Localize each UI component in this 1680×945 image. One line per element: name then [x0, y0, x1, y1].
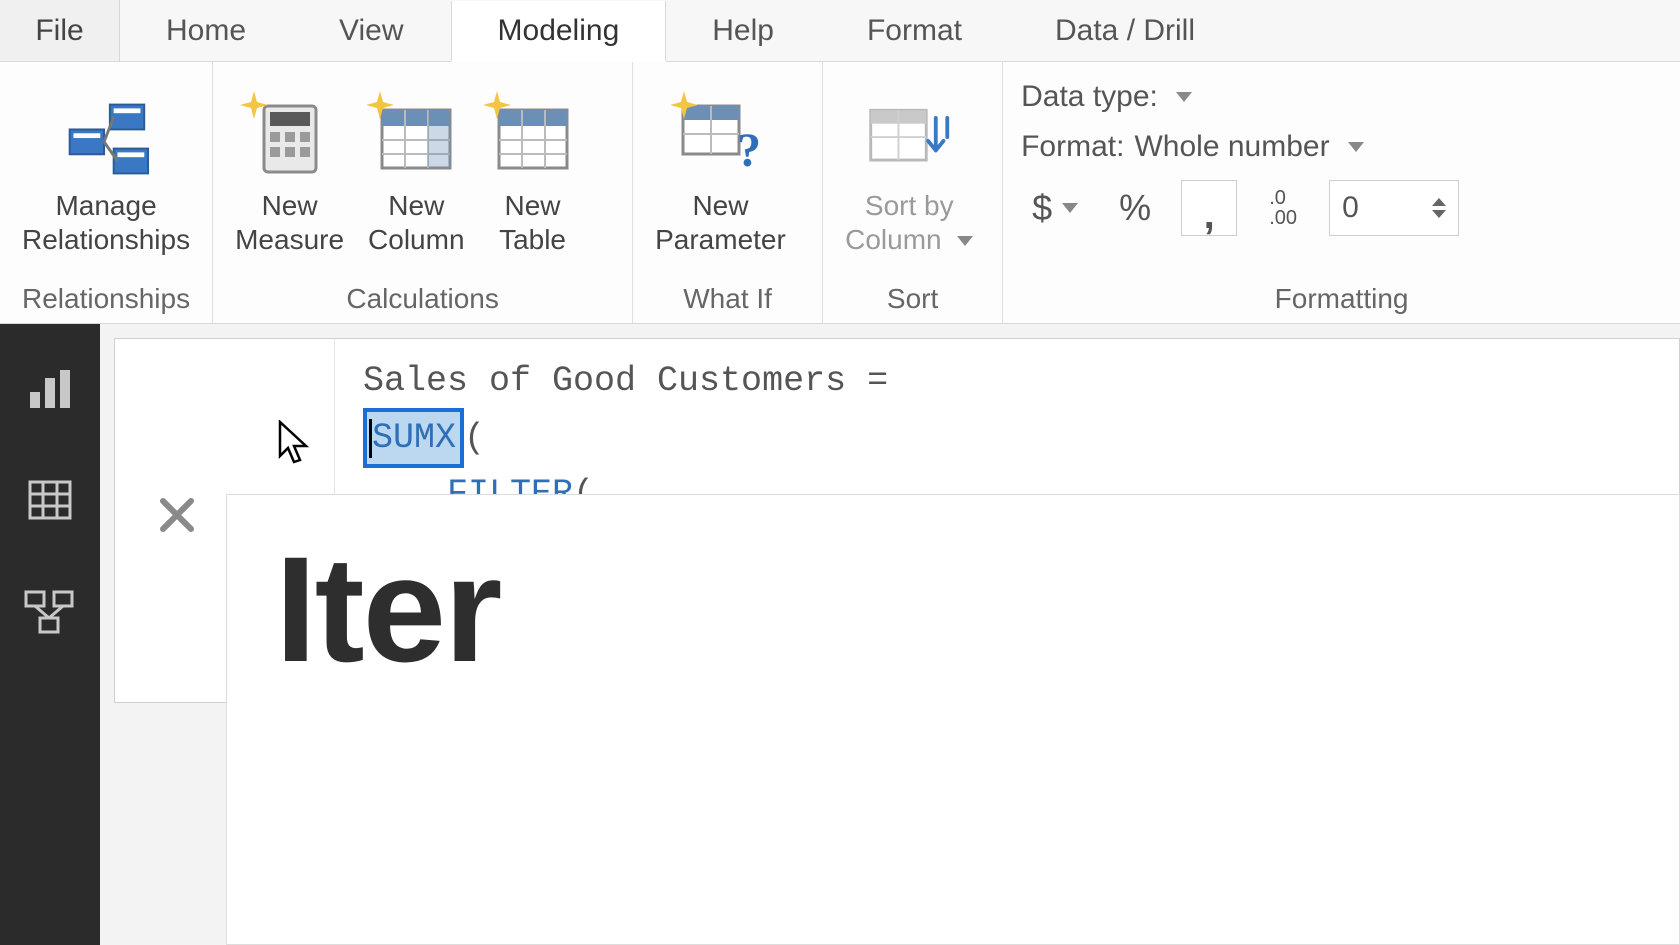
manage-relationships-button[interactable]: Manage Relationships: [10, 89, 202, 258]
new-measure-icon: [246, 95, 334, 183]
data-type-label: Data type:: [1021, 80, 1158, 114]
decimal-places-input[interactable]: 0: [1329, 180, 1459, 236]
new-table-button[interactable]: New Table: [477, 89, 589, 258]
report-canvas[interactable]: Iter: [226, 494, 1680, 945]
new-table-icon: [489, 95, 577, 183]
tab-home[interactable]: Home: [120, 0, 293, 61]
ribbon-group-relationships: Manage Relationships Relationships: [0, 62, 213, 323]
model-view-button[interactable]: [22, 584, 78, 640]
new-parameter-button[interactable]: ? New Parameter: [643, 89, 798, 258]
percent-button[interactable]: %: [1107, 180, 1163, 236]
formula-selection: SUMX: [363, 408, 464, 469]
tab-format[interactable]: Format: [821, 0, 1009, 61]
cancel-formula-button[interactable]: [155, 493, 199, 549]
svg-text:?: ?: [737, 124, 761, 177]
new-measure-label: New Measure: [235, 189, 344, 256]
formula-measure-name: Sales of Good Customers =: [363, 361, 909, 401]
report-view-button[interactable]: [22, 360, 78, 416]
view-rail: [0, 324, 100, 945]
currency-button[interactable]: $: [1021, 180, 1089, 236]
data-type-dropdown[interactable]: [1176, 92, 1192, 102]
ribbon-group-calculations: New Measure New Column: [213, 62, 633, 323]
tab-help[interactable]: Help: [666, 0, 821, 61]
decimal-places-value: 0: [1342, 191, 1359, 225]
ribbon-group-sort: Sort by Column Sort: [823, 62, 1003, 323]
group-label-sort: Sort: [823, 279, 1002, 323]
new-parameter-icon: ?: [676, 95, 764, 183]
sort-by-column-button[interactable]: Sort by Column: [833, 89, 985, 258]
file-menu[interactable]: File: [0, 0, 120, 61]
decimal-precision-icon: .0 .00: [1255, 180, 1311, 236]
thousands-separator-button[interactable]: ,: [1181, 180, 1237, 236]
group-label-relationships: Relationships: [0, 279, 212, 323]
new-measure-button[interactable]: New Measure: [223, 89, 356, 258]
currency-dropdown-icon: [1062, 203, 1078, 213]
ribbon-group-whatif: ? New Parameter What If: [633, 62, 823, 323]
chevron-down-icon: [957, 236, 973, 246]
sort-by-column-icon: [865, 95, 953, 183]
menubar: File Home View Modeling Help Format Data…: [0, 0, 1680, 62]
group-label-calculations: Calculations: [213, 279, 632, 323]
decimal-spinner[interactable]: [1432, 198, 1446, 218]
new-column-icon: [372, 95, 460, 183]
format-label: Format:: [1021, 130, 1124, 164]
new-parameter-label: New Parameter: [655, 189, 786, 256]
tab-modeling[interactable]: Modeling: [451, 1, 667, 62]
format-dropdown[interactable]: [1348, 142, 1364, 152]
formula-token: (: [464, 418, 485, 458]
sort-by-column-label: Sort by Column: [845, 189, 973, 256]
percent-symbol: %: [1119, 187, 1151, 229]
data-view-button[interactable]: [22, 472, 78, 528]
tab-view[interactable]: View: [293, 0, 450, 61]
work-area: Sales of Good Customers = SUMX( FILTER( …: [100, 324, 1680, 945]
group-label-whatif: What If: [633, 279, 822, 323]
canvas-title-fragment: Iter: [227, 495, 1679, 696]
manage-relationships-icon: [62, 95, 150, 183]
tab-data-drill[interactable]: Data / Drill: [1009, 0, 1242, 61]
new-column-button[interactable]: New Column: [356, 89, 476, 258]
thousands-symbol: ,: [1204, 193, 1215, 223]
ribbon: Manage Relationships Relationships New M…: [0, 62, 1680, 324]
workspace: Sales of Good Customers = SUMX( FILTER( …: [0, 324, 1680, 945]
currency-symbol: $: [1032, 187, 1052, 229]
group-label-formatting: Formatting: [1003, 279, 1680, 323]
new-column-label: New Column: [368, 189, 464, 256]
new-table-label: New Table: [499, 189, 566, 256]
ribbon-group-formatting: Data type: Format: Whole number $ % ,: [1003, 62, 1680, 323]
format-value[interactable]: Whole number: [1134, 130, 1329, 164]
manage-relationships-label: Manage Relationships: [22, 189, 190, 256]
